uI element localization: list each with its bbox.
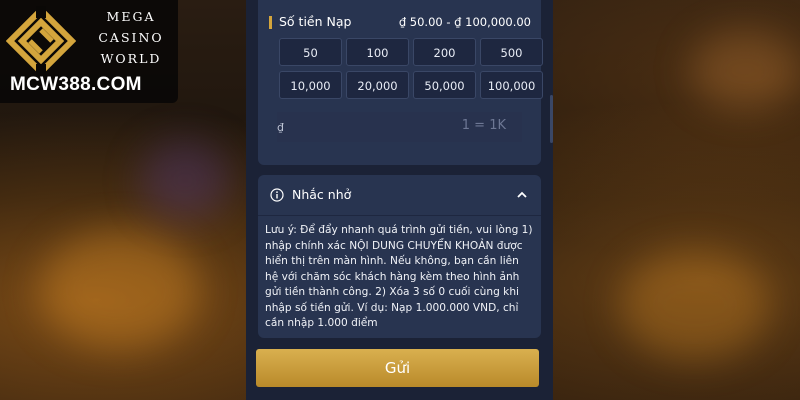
amount-chip[interactable]: 20,000 bbox=[346, 71, 409, 99]
scrollbar-thumb[interactable] bbox=[550, 95, 553, 143]
logo-url: MCW388.COM bbox=[10, 74, 142, 95]
site-logo: MEGA CASINO WORLD MCW388.COM bbox=[0, 0, 178, 103]
amount-chip[interactable]: 100,000 bbox=[480, 71, 543, 99]
amount-chip[interactable]: 500 bbox=[480, 38, 543, 66]
amount-chip[interactable]: 10,000 bbox=[279, 71, 342, 99]
amount-chip[interactable]: 200 bbox=[413, 38, 476, 66]
deposit-panel: Số tiền Nạp ₫ 50.00 - ₫ 100,000.00 50 10… bbox=[246, 0, 553, 400]
amount-chip[interactable]: 50,000 bbox=[413, 71, 476, 99]
reminder-header[interactable]: Nhắc nhở bbox=[270, 187, 528, 205]
mcw-logo-icon bbox=[6, 6, 76, 76]
amount-title: Số tiền Nạp bbox=[279, 14, 352, 29]
logo-wordmark: MEGA CASINO WORLD bbox=[88, 6, 174, 69]
logo-line: WORLD bbox=[100, 51, 162, 66]
amount-chip[interactable]: 50 bbox=[279, 38, 342, 66]
reminder-text: Lưu ý: Để đẩy nhanh quá trình gửi tiền, … bbox=[265, 224, 533, 329]
amount-input[interactable]: ₫ 1 = 1K bbox=[277, 112, 522, 142]
amount-chip[interactable]: 100 bbox=[346, 38, 409, 66]
submit-button[interactable]: Gửi bbox=[256, 349, 539, 387]
amount-card: Số tiền Nạp ₫ 50.00 - ₫ 100,000.00 50 10… bbox=[258, 0, 543, 165]
chevron-up-icon[interactable] bbox=[516, 189, 528, 201]
background-glow bbox=[690, 30, 800, 110]
background-glow bbox=[620, 250, 770, 360]
background-glow bbox=[40, 230, 200, 350]
background-glow bbox=[140, 140, 230, 220]
reminder-card: Nhắc nhở Lưu ý: Để đẩy nhanh quá trình g… bbox=[258, 175, 541, 338]
logo-line: CASINO bbox=[98, 30, 164, 45]
section-accent-bar bbox=[269, 16, 272, 29]
info-icon bbox=[270, 188, 284, 202]
reminder-title: Nhắc nhở bbox=[292, 187, 352, 202]
divider bbox=[258, 215, 541, 216]
amount-range: ₫ 50.00 - ₫ 100,000.00 bbox=[398, 15, 531, 29]
amount-header: Số tiền Nạp ₫ 50.00 - ₫ 100,000.00 bbox=[269, 14, 531, 30]
amount-unit-hint: 1 = 1K bbox=[461, 118, 506, 133]
currency-symbol: ₫ bbox=[277, 121, 284, 134]
logo-line: MEGA bbox=[106, 9, 156, 24]
